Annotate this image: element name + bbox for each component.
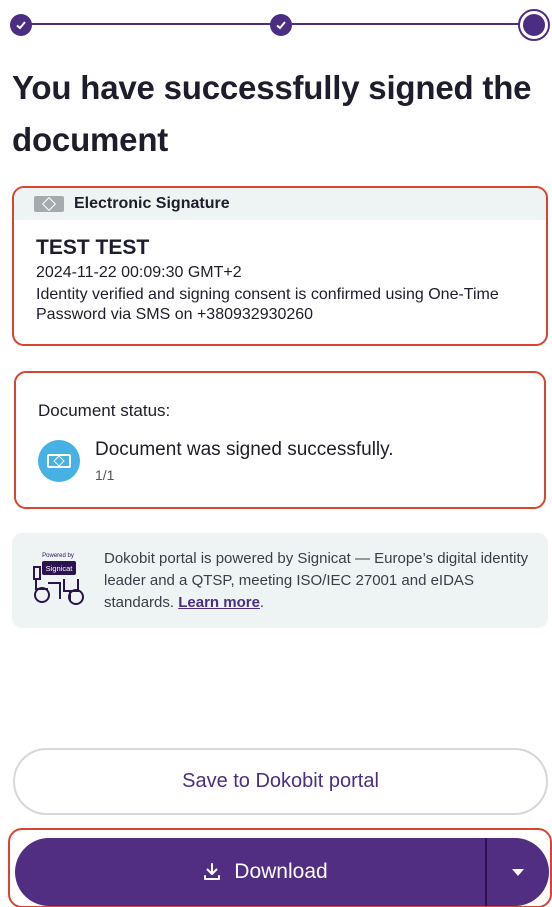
learn-more-link[interactable]: Learn more bbox=[178, 594, 260, 611]
download-button[interactable]: Download bbox=[15, 838, 485, 906]
status-count: 1/1 bbox=[95, 467, 115, 483]
step-1-complete bbox=[10, 14, 32, 36]
download-highlight: Download bbox=[8, 828, 552, 907]
step-3-current bbox=[518, 9, 550, 41]
signicat-logo: Powered by Signicat bbox=[26, 549, 90, 613]
download-split-button: Download bbox=[15, 838, 549, 906]
signicat-info-banner: Powered by Signicat Dokobit portal is po… bbox=[12, 533, 548, 628]
check-icon bbox=[16, 21, 26, 30]
download-button-label: Download bbox=[234, 860, 328, 883]
info-description: Dokobit portal is powered by Signicat — … bbox=[104, 549, 529, 611]
status-message: Document was signed successfully. bbox=[95, 439, 394, 460]
svg-text:Signicat: Signicat bbox=[46, 564, 74, 573]
signing-datetime: 2024-11-22 00:09:30 GMT+2 bbox=[36, 264, 242, 281]
verification-description: Identity verified and signing consent is… bbox=[36, 286, 499, 323]
stepper-line bbox=[292, 23, 520, 25]
signature-chip-icon bbox=[34, 196, 64, 212]
info-suffix: . bbox=[259, 593, 265, 611]
document-status-card: Document status: Document was signed suc… bbox=[14, 371, 546, 509]
save-to-portal-button[interactable]: Save to Dokobit portal bbox=[13, 748, 548, 815]
page-title: You have successfully signed the documen… bbox=[12, 69, 532, 158]
download-options-chevron-down-icon[interactable] bbox=[487, 838, 549, 906]
save-button-label: Save to Dokobit portal bbox=[182, 770, 379, 792]
signicat-info-text: Dokobit portal is powered by Signicat — … bbox=[104, 548, 534, 614]
signature-card-header: Electronic Signature bbox=[14, 188, 546, 220]
signature-status-icon bbox=[38, 440, 80, 482]
current-step-dot bbox=[523, 14, 545, 36]
check-icon bbox=[276, 21, 286, 30]
status-label: Document status: bbox=[38, 401, 171, 420]
signature-card: Electronic Signature TEST TEST 2024-11-2… bbox=[12, 186, 548, 346]
download-icon bbox=[204, 863, 221, 880]
stepper-line bbox=[30, 23, 280, 25]
svg-text:Powered by: Powered by bbox=[42, 553, 74, 559]
step-2-complete bbox=[270, 14, 292, 36]
signature-type-label: Electronic Signature bbox=[74, 195, 230, 212]
signer-name: TEST TEST bbox=[36, 236, 150, 259]
progress-stepper bbox=[10, 8, 550, 41]
